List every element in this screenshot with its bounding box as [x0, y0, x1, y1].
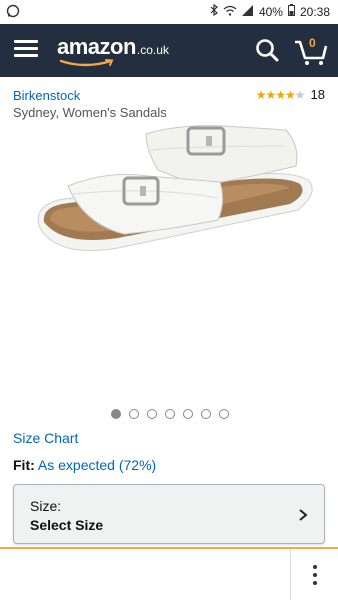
search-button[interactable] — [255, 38, 281, 64]
carousel-dot[interactable] — [219, 409, 229, 419]
wifi-icon — [223, 5, 237, 19]
chevron-right-icon — [299, 509, 308, 521]
carousel-dot[interactable] — [111, 409, 121, 419]
carousel-dot[interactable] — [201, 409, 211, 419]
status-bar: 40% 20:38 — [0, 0, 338, 24]
menu-button[interactable] — [14, 40, 38, 60]
rating-count: 18 — [310, 87, 325, 102]
brand-link[interactable]: Birkenstock — [13, 88, 80, 103]
cart-button[interactable]: 0 — [294, 36, 328, 66]
app-header: amazon.co.uk 0 — [0, 24, 338, 77]
size-label: Size: — [30, 498, 62, 514]
clock: 20:38 — [299, 4, 330, 19]
more-vert-icon — [312, 564, 317, 569]
whatsapp-icon — [6, 4, 20, 21]
fit-value-link[interactable]: As expected (72%) — [38, 457, 156, 473]
size-value: Select Size — [30, 517, 104, 533]
carousel-dot[interactable] — [183, 409, 193, 419]
carousel-dot[interactable] — [129, 409, 139, 419]
fit-label: Fit: — [13, 457, 35, 473]
carousel-dot[interactable] — [165, 409, 175, 419]
product-image[interactable] — [28, 120, 318, 260]
bluetooth-icon — [210, 3, 218, 19]
search-icon — [256, 39, 279, 62]
logo-tld: .co.uk — [136, 43, 169, 57]
sandal-image — [37, 125, 313, 251]
amazon-logo[interactable]: amazon.co.uk — [57, 34, 169, 67]
carousel-dot[interactable] — [147, 409, 157, 419]
rating[interactable]: ★★★★★ 18 — [256, 87, 325, 102]
signal-icon — [241, 4, 254, 19]
image-carousel-dots — [111, 409, 229, 419]
more-options-button[interactable] — [290, 549, 338, 600]
smile-arrow-icon — [59, 59, 114, 67]
size-chart-link[interactable]: Size Chart — [13, 430, 78, 446]
product-title: Sydney, Women's Sandals — [13, 105, 167, 120]
hamburger-icon — [14, 40, 38, 43]
bottom-bar — [0, 547, 338, 600]
battery-icon — [287, 4, 295, 19]
star-rating-icon: ★★★★★ — [255, 87, 306, 102]
cart-count: 0 — [309, 36, 316, 50]
fit-info: Fit: As expected (72%) — [13, 457, 156, 473]
size-selector[interactable]: Size: Select Size — [13, 484, 325, 544]
logo-brand: amazon — [57, 34, 136, 59]
battery-percent: 40% — [258, 4, 283, 19]
